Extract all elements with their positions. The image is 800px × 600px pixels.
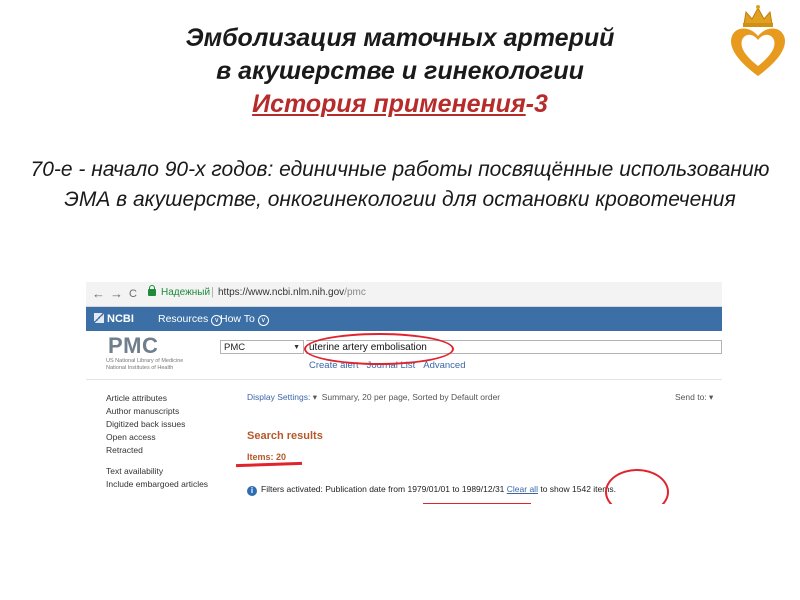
howto-menu[interactable]: How To ∨ — [220, 313, 269, 326]
database-select[interactable]: PMC ▼ — [220, 340, 304, 354]
pmc-sub-line-2: National Institutes of Health — [106, 364, 174, 371]
filter-sidebar: Article attributes Author manuscripts Di… — [106, 392, 236, 491]
browser-toolbar: ← → C Надежный | https://www.ncbi.nlm.ni… — [86, 282, 722, 307]
ncbi-nav-bar: NCBI Resources ∨ How To ∨ — [86, 307, 722, 331]
reload-icon[interactable]: C — [129, 286, 137, 302]
pmc-search-header: PMC US National Library of Medicine Nati… — [86, 331, 722, 380]
forward-arrow-icon[interactable]: → — [110, 286, 123, 302]
pmc-screenshot: ← → C Надежный | https://www.ncbi.nlm.ni… — [86, 282, 722, 504]
ncbi-logo-icon — [94, 313, 104, 323]
title-number: -3 — [525, 90, 548, 118]
result-count: 1542 items. — [572, 484, 616, 494]
search-input[interactable]: uterine artery embolisation — [306, 340, 722, 354]
body-text: 70-е - начало 90-х годов: единичные рабо… — [30, 158, 770, 211]
date-from: 1979/01/01 — [407, 484, 451, 494]
title-history: История применения — [252, 90, 526, 118]
filters-activated-message: i Filters activated: Publication date fro… — [247, 484, 616, 496]
journal-list-link[interactable]: Journal List — [367, 360, 416, 371]
date-to: 1989/12/31 — [461, 484, 505, 494]
title-line-3: История применения-3 — [0, 88, 800, 121]
secure-label: Надежный — [161, 287, 211, 298]
sidebar-item-author-manuscripts[interactable]: Author manuscripts — [106, 405, 236, 418]
address-bar[interactable]: https://www.ncbi.nlm.nih.gov/pmc — [218, 287, 366, 298]
howto-label: How To — [220, 313, 255, 325]
url-path: /pmc — [344, 287, 366, 298]
sidebar-item-retracted[interactable]: Retracted — [106, 444, 236, 457]
sidebar-heading-article-attributes: Article attributes — [106, 393, 167, 403]
date-to-word: to — [452, 484, 460, 494]
resources-menu[interactable]: Resources ∨ — [158, 313, 223, 326]
back-arrow-icon[interactable]: ← — [92, 286, 105, 302]
display-settings-toggle[interactable]: Display Settings: — [247, 392, 310, 402]
ncbi-logo-text: NCBI — [107, 313, 134, 325]
lock-icon — [148, 285, 156, 296]
title-line-1: Эмболизация маточных артерий — [185, 24, 615, 52]
annotation-underline-items — [235, 461, 303, 467]
search-links: Create alert Journal List Advanced — [309, 360, 474, 371]
display-settings: Display Settings: ▾ Summary, 20 per page… — [247, 392, 722, 403]
sidebar-heading-text-availability: Text availability — [106, 466, 164, 476]
pmc-logo[interactable]: PMC — [108, 333, 158, 359]
slide-title: Эмболизация маточных артерий в акушерств… — [0, 22, 800, 121]
title-line-2: в акушерстве и гинекологии — [216, 57, 584, 85]
to-show-text: to show — [540, 484, 570, 494]
results-main: Display Settings: ▾ Summary, 20 per page… — [247, 392, 722, 496]
url-separator: | — [211, 286, 214, 298]
chevron-down-icon: ∨ — [257, 315, 269, 326]
ncbi-logo[interactable]: NCBI — [94, 313, 134, 325]
resources-label: Resources — [158, 313, 209, 325]
items-count: Items: 20 — [247, 452, 287, 462]
sidebar-item-open-access[interactable]: Open access — [106, 431, 236, 444]
search-results-title: Search results — [247, 430, 323, 442]
pmc-subtitle: US National Library of Medicine National… — [106, 358, 183, 371]
dropdown-arrow-icon: ▼ — [293, 344, 300, 351]
advanced-link[interactable]: Advanced — [423, 360, 465, 371]
send-to-menu[interactable]: Send to: ▾ — [675, 392, 713, 403]
caret-down-icon: ▾ — [709, 392, 714, 402]
annotation-underline-dates — [423, 503, 531, 504]
create-alert-link[interactable]: Create alert — [309, 360, 359, 371]
clear-all-link[interactable]: Clear all — [507, 484, 538, 494]
database-select-value: PMC — [224, 342, 246, 353]
url-host: https://www.ncbi.nlm.nih.gov — [218, 287, 345, 298]
crown-heart-logo-icon — [731, 5, 785, 76]
display-settings-value: Summary, 20 per page, Sorted by Default … — [321, 392, 501, 402]
pmc-sub-line-1: US National Library of Medicine — [106, 358, 184, 364]
info-icon: i — [247, 486, 257, 496]
caret-down-icon[interactable]: ▾ — [313, 392, 317, 402]
sidebar-item-include-embargoed[interactable]: Include embargoed articles — [106, 478, 236, 491]
filters-prefix: Filters activated: Publication date from — [261, 484, 406, 494]
send-to-label: Send to: — [675, 392, 707, 402]
sidebar-item-digitized-back-issues[interactable]: Digitized back issues — [106, 418, 236, 431]
